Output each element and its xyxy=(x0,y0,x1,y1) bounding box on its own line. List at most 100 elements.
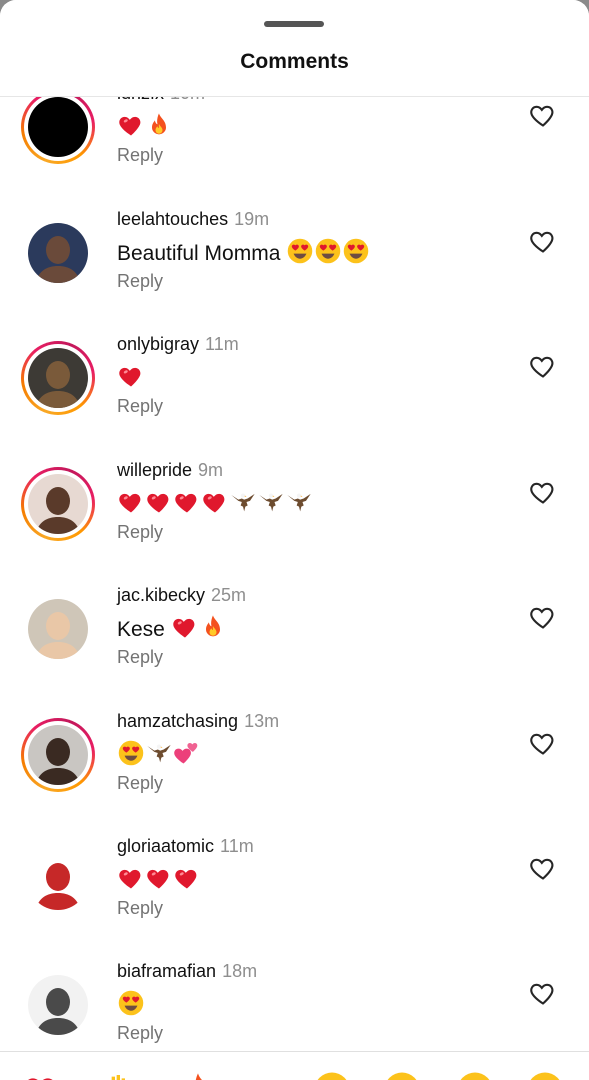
comment-username[interactable]: biaframafian 18m xyxy=(117,961,257,982)
avatar-image xyxy=(28,599,88,659)
reply-button[interactable]: Reply xyxy=(117,1023,163,1044)
like-heart-icon[interactable] xyxy=(529,228,557,254)
crying-face-reaction-icon[interactable] xyxy=(312,1070,352,1080)
comment-text xyxy=(117,362,145,396)
avatar[interactable] xyxy=(21,97,95,164)
heart-eyes-reaction-icon[interactable] xyxy=(382,1070,422,1080)
like-heart-icon[interactable] xyxy=(529,353,557,379)
eagle-emoji-icon xyxy=(229,488,257,522)
comment-time: 25m xyxy=(211,585,247,605)
comment-username[interactable]: jac.kibecky 25m xyxy=(117,585,246,606)
open-mouth-face-reaction-icon[interactable] xyxy=(455,1070,495,1080)
fire-emoji-icon xyxy=(199,613,227,647)
avatar[interactable] xyxy=(21,968,95,1042)
eagle-emoji-icon xyxy=(257,488,285,522)
comment-username[interactable]: willepride 9m xyxy=(117,460,223,481)
comment-item: willepride 9m Reply xyxy=(0,458,589,583)
comment-username[interactable]: gloriaatomic 11m xyxy=(117,836,254,857)
username-text[interactable]: jac.kibecky xyxy=(117,585,205,605)
avatar-image xyxy=(28,348,88,408)
heart-eyes-emoji-icon xyxy=(342,237,370,271)
like-heart-icon[interactable] xyxy=(529,604,557,630)
like-heart-icon[interactable] xyxy=(529,479,557,505)
page-title: Comments xyxy=(240,50,349,73)
quick-reaction-bar xyxy=(0,1051,589,1080)
heart-emoji-icon xyxy=(173,488,201,522)
avatar[interactable] xyxy=(21,718,95,792)
avatar[interactable] xyxy=(21,341,95,415)
username-text[interactable]: hamzatchasing xyxy=(117,711,238,731)
comment-text xyxy=(117,111,173,145)
drag-handle[interactable] xyxy=(264,21,324,27)
sheet-header: Comments xyxy=(0,0,589,97)
avatar[interactable] xyxy=(21,216,95,290)
comment-text xyxy=(117,864,201,898)
clap-reaction-icon[interactable] xyxy=(100,1070,140,1080)
heart-reaction-icon[interactable] xyxy=(22,1070,62,1080)
comment-list[interactable]: idrizfx 10m Reply leelahtouches 19m Beautifu… xyxy=(0,97,589,1051)
reply-button[interactable]: Reply xyxy=(117,396,163,417)
heart-eyes-emoji-icon xyxy=(314,237,342,271)
comment-text xyxy=(117,488,313,522)
reply-button[interactable]: Reply xyxy=(117,271,163,292)
like-heart-icon[interactable] xyxy=(529,730,557,756)
like-heart-icon[interactable] xyxy=(529,102,557,128)
comments-sheet: Comments idrizfx 10m Reply leelahtouches 19… xyxy=(0,0,589,1080)
username-text[interactable]: idrizfx xyxy=(117,97,164,103)
fire-emoji-icon xyxy=(145,111,173,145)
heart-emoji-icon xyxy=(145,864,173,898)
eagle-emoji-icon xyxy=(145,739,173,773)
comment-username[interactable]: leelahtouches 19m xyxy=(117,209,269,230)
comment-item: idrizfx 10m Reply xyxy=(0,97,589,206)
comment-item: gloriaatomic 11m Reply xyxy=(0,834,589,959)
comment-text-value: Beautiful Momma xyxy=(117,242,281,265)
like-heart-icon[interactable] xyxy=(529,980,557,1006)
avatar[interactable] xyxy=(21,467,95,541)
comment-time: 10m xyxy=(170,97,205,103)
comment-item: jac.kibecky 25m Kese Reply xyxy=(0,583,589,708)
comment-text-value: Kese xyxy=(117,618,165,641)
avatar-image xyxy=(28,975,88,1035)
avatar-image xyxy=(28,223,88,283)
like-heart-icon[interactable] xyxy=(529,855,557,881)
comment-time: 11m xyxy=(220,836,254,856)
comment-username[interactable]: hamzatchasing 13m xyxy=(117,711,279,732)
comment-text: Kese xyxy=(117,613,227,647)
comment-time: 13m xyxy=(244,711,280,731)
heart-emoji-icon xyxy=(173,864,201,898)
comment-item: onlybigray 11m Reply xyxy=(0,332,589,457)
two-hearts-emoji-icon xyxy=(173,739,201,773)
reply-button[interactable]: Reply xyxy=(117,773,163,794)
username-text[interactable]: leelahtouches xyxy=(117,209,228,229)
avatar[interactable] xyxy=(21,843,95,917)
username-text[interactable]: biaframafian xyxy=(117,961,216,981)
reply-button[interactable]: Reply xyxy=(117,898,163,919)
avatar[interactable] xyxy=(21,592,95,666)
fire-reaction-icon[interactable] xyxy=(178,1070,218,1080)
eagle-emoji-icon xyxy=(285,488,313,522)
username-text[interactable]: gloriaatomic xyxy=(117,836,214,856)
heart-eyes-emoji-icon xyxy=(286,237,314,271)
laughing-face-reaction-icon[interactable] xyxy=(525,1070,565,1080)
comment-time: 9m xyxy=(198,460,224,480)
username-text[interactable]: onlybigray xyxy=(117,334,199,354)
heart-emoji-icon xyxy=(117,864,145,898)
comment-text: Beautiful Momma xyxy=(117,237,370,271)
avatar-image xyxy=(28,850,88,910)
reply-button[interactable]: Reply xyxy=(117,522,163,543)
comment-username[interactable]: onlybigray 11m xyxy=(117,334,239,355)
comment-time: 11m xyxy=(205,334,239,354)
comment-username[interactable]: idrizfx 10m xyxy=(117,97,205,104)
comment-item: biaframafian 18m Reply xyxy=(0,959,589,1051)
heart-emoji-icon xyxy=(117,111,145,145)
comment-time: 19m xyxy=(234,209,270,229)
reply-button[interactable]: Reply xyxy=(117,145,163,166)
comment-item: leelahtouches 19m Beautiful Momma Reply xyxy=(0,207,589,332)
comment-text xyxy=(117,989,145,1023)
reply-button[interactable]: Reply xyxy=(117,647,163,668)
raised-hands-reaction-icon[interactable] xyxy=(238,1070,278,1080)
heart-emoji-icon xyxy=(201,488,229,522)
comment-text xyxy=(117,739,201,773)
heart-eyes-emoji-icon xyxy=(117,739,145,773)
username-text[interactable]: willepride xyxy=(117,460,192,480)
